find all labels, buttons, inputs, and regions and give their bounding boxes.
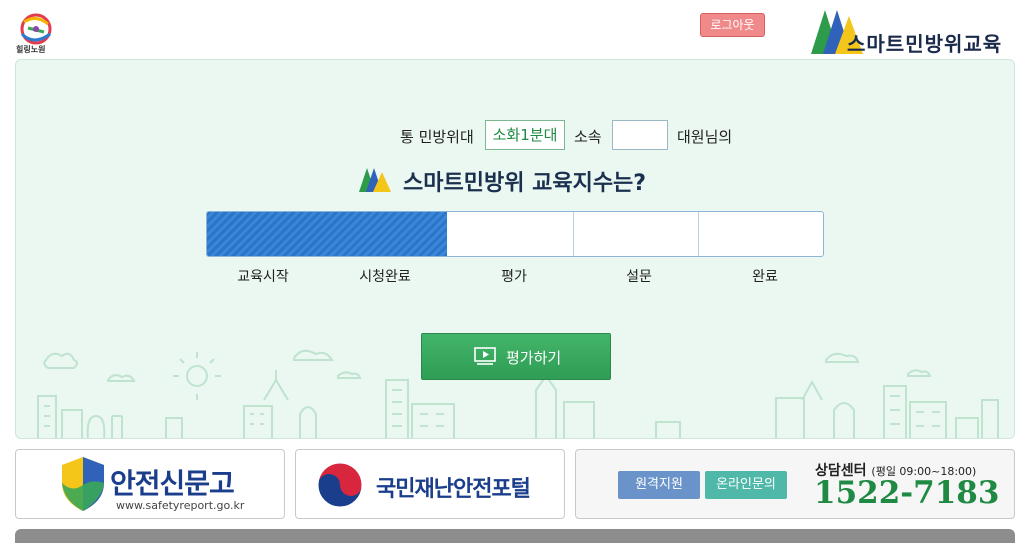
member-name-box (612, 120, 668, 150)
headline-mountains-icon (359, 168, 391, 192)
step-label-evaluation: 평가 (501, 269, 527, 285)
disaster-portal-title: 국민재난안전포털 (376, 477, 531, 502)
step-label-complete: 완료 (752, 269, 778, 285)
disaster-portal-banner[interactable]: 국민재난안전포털 (295, 449, 565, 519)
video-play-icon (474, 347, 496, 365)
taegeuk-emblem-icon (317, 462, 363, 508)
left-logo-text: 힐링노원 (16, 45, 46, 54)
online-inquiry-button[interactable]: 온라인문의 (705, 471, 787, 499)
safety-report-banner[interactable]: 안전신문고 www.safetyreport.go.kr (15, 449, 285, 519)
brand-logo[interactable]: 스마트민방위교육 (811, 8, 1021, 56)
education-progress-bar (206, 211, 824, 257)
step-label-start: 교육시작 (237, 269, 289, 285)
info-suffix: 대원님의 (677, 128, 733, 146)
member-info-row: 통 민방위대 소화1분대 소속 대원님의 (16, 120, 1014, 150)
safety-report-url: www.safetyreport.go.kr (116, 499, 245, 512)
info-prefix: 통 민방위대 (400, 128, 474, 146)
logout-button[interactable]: 로그아웃 (700, 13, 765, 37)
step-label-survey: 설문 (626, 269, 652, 285)
footer-bar (15, 529, 1015, 543)
safety-shield-icon (62, 457, 104, 511)
remote-support-button[interactable]: 원격지원 (618, 471, 700, 499)
evaluate-button-label: 평가하기 (506, 349, 562, 367)
progress-divider (573, 212, 574, 256)
progress-fill (207, 212, 447, 256)
main-panel: 통 민방위대 소화1분대 소속 대원님의 스마트민방위 교육지수는? 교육시작 … (15, 59, 1015, 439)
info-affiliation-label: 소속 (574, 128, 602, 146)
nowon-emblem-icon (20, 13, 52, 45)
unit-name-box: 소화1분대 (485, 120, 565, 150)
brand-title: 스마트민방위교육 (847, 32, 1003, 56)
headline-title: 스마트민방위 교육지수는? (403, 171, 647, 196)
evaluate-button[interactable]: 평가하기 (421, 333, 611, 380)
step-label-watched: 시청완료 (359, 269, 411, 285)
safety-report-title: 안전신문고 (110, 467, 235, 500)
support-center-phone: 1522-7183 (814, 475, 1000, 511)
healing-nowon-logo[interactable]: 힐링노원 (14, 12, 58, 56)
support-center-banner: 원격지원 온라인문의 상담센터 (평일 09:00~18:00) 1522-71… (575, 449, 1015, 519)
progress-divider (698, 212, 699, 256)
